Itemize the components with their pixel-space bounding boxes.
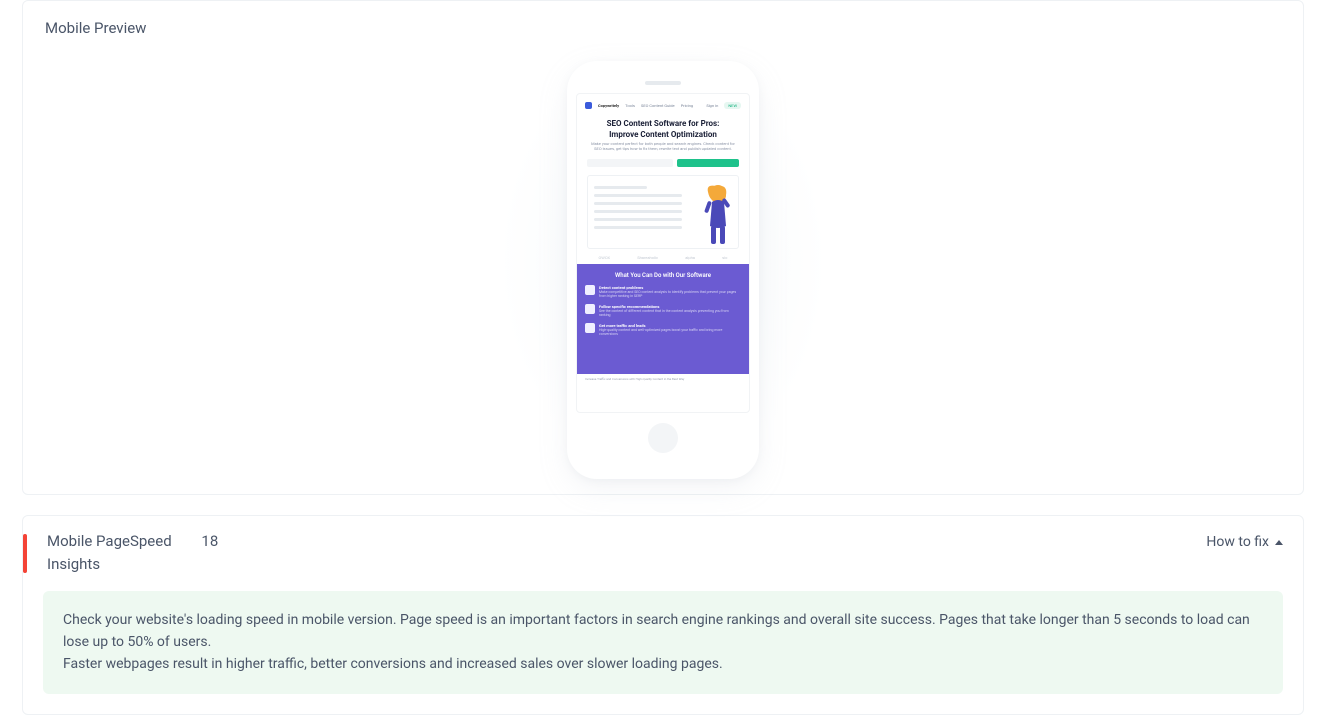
pagespeed-title: Mobile PageSpeed 18 Insights	[47, 530, 218, 577]
partner-logo: alpha	[685, 255, 695, 260]
how-to-fix-toggle[interactable]: How to fix	[1206, 530, 1283, 550]
mobile-preview-card: Mobile Preview Copywritely Tools SEO Con…	[22, 0, 1304, 495]
phone-screen: Copywritely Tools SEO Content Guide Pric…	[576, 93, 750, 413]
how-to-fix-content: Check your website's loading speed in mo…	[43, 591, 1283, 694]
screen-footer-note: Increase Traffic and Conversions with Hi…	[577, 374, 749, 384]
phone-home-button	[648, 423, 678, 453]
screen-url-input	[587, 159, 673, 167]
mobile-preview-title: Mobile Preview	[45, 19, 1281, 37]
brand-logo-icon	[585, 102, 592, 109]
feature-item-icon	[585, 285, 595, 295]
screen-navbar: Copywritely Tools SEO Content Guide Pric…	[577, 94, 749, 113]
feature-item: Detect content problemsMake competitive …	[585, 285, 741, 298]
severity-indicator	[23, 534, 27, 573]
feature-item-desc: See the content of different content tha…	[599, 309, 741, 317]
nav-item: SEO Content Guide	[641, 103, 675, 108]
phone-frame: Copywritely Tools SEO Content Guide Pric…	[567, 61, 759, 479]
feature-item-icon	[585, 323, 595, 333]
feature-item: Get more traffic and leadsHigh-quality c…	[585, 323, 741, 336]
feature-item-icon	[585, 304, 595, 314]
screen-list-lines	[594, 182, 682, 242]
brand-name: Copywritely	[598, 103, 619, 108]
pagespeed-score: 18	[201, 532, 218, 550]
screen-headline2: Improve Content Optimization	[587, 130, 739, 139]
tip-paragraph: Faster webpages result in higher traffic…	[63, 653, 1263, 675]
pagespeed-title-line1: Mobile PageSpeed	[47, 532, 172, 550]
partner-logo: OWOX	[599, 255, 611, 260]
feature-panel-heading: What You Can Do with Our Software	[585, 272, 741, 279]
feature-item-desc: High-quality content and well-optimized …	[599, 328, 741, 336]
person-illustration-icon	[702, 184, 734, 246]
screen-subhead: Make your content perfect for both peopl…	[589, 141, 737, 151]
screen-headline1: SEO Content Software for Pros:	[587, 119, 739, 128]
chevron-up-icon	[1275, 540, 1283, 545]
screen-feature-panel: What You Can Do with Our Software Detect…	[577, 264, 749, 374]
screen-logo-row: OWOX Shareaholic alpha sio	[585, 255, 741, 260]
nav-item: Tools	[625, 103, 635, 108]
partner-logo: Shareaholic	[637, 255, 658, 260]
pagespeed-card: Mobile PageSpeed 18 Insights How to fix …	[22, 515, 1304, 715]
tip-paragraph: Check your website's loading speed in mo…	[63, 609, 1263, 654]
partner-logo: sio	[722, 255, 727, 260]
pagespeed-title-line2: Insights	[47, 555, 100, 573]
feature-item-desc: Make competitive and SEO content analysi…	[599, 290, 741, 298]
pagespeed-header: Mobile PageSpeed 18 Insights How to fix	[23, 516, 1303, 591]
signin-link: Sign in	[706, 103, 718, 108]
phone-speaker	[645, 81, 681, 85]
feature-item: Follow specific recommendationsSee the c…	[585, 304, 741, 317]
how-to-fix-label: How to fix	[1206, 534, 1269, 550]
nav-item: Pricing	[681, 103, 693, 108]
screen-cta-row	[587, 159, 739, 167]
screen-cta-button	[677, 159, 739, 167]
screen-illustration	[587, 175, 739, 249]
new-badge: NEW	[724, 102, 741, 109]
